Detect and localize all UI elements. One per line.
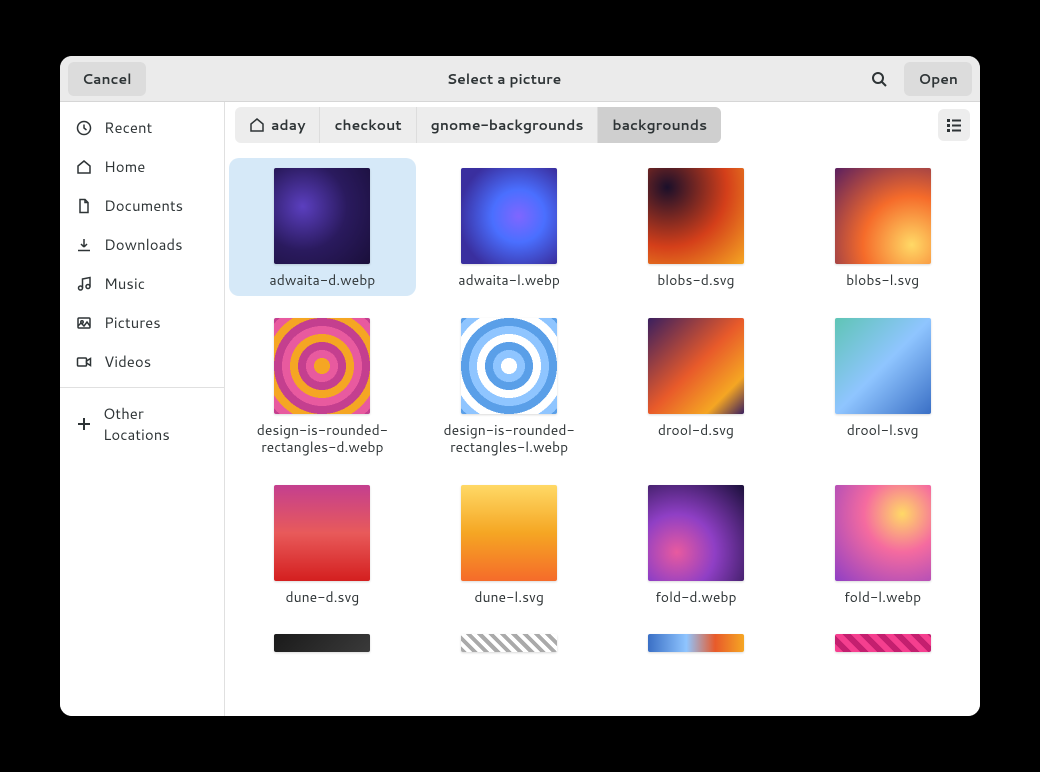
cancel-button[interactable]: Cancel	[68, 62, 146, 96]
sidebar-item-documents[interactable]: Documents	[60, 186, 224, 225]
file-label: adwaita-d.webp	[269, 272, 375, 290]
sidebar-item-label: Downloads	[104, 234, 183, 255]
sidebar-item-home[interactable]: Home	[60, 147, 224, 186]
file-label: blobs-l.svg	[846, 272, 919, 290]
file-label: adwaita-l.webp	[458, 272, 560, 290]
file-item[interactable]	[789, 624, 976, 658]
view-toggle-button[interactable]	[938, 109, 970, 141]
file-item[interactable]: fold-d.webp	[603, 475, 790, 613]
sidebar-item-label: Home	[104, 156, 145, 177]
breadcrumb: aday checkout gnome-backgrounds backgrounds	[235, 107, 721, 143]
file-label: drool-d.svg	[658, 422, 734, 440]
places-sidebar: Recent Home Documents Downloads Music Picture…	[60, 102, 225, 716]
sidebar-item-label: Pictures	[104, 312, 161, 333]
document-icon	[76, 198, 92, 214]
breadcrumb-item[interactable]: aday	[235, 107, 320, 143]
titlebar: Cancel Select a picture Open	[60, 56, 980, 102]
file-grid: adwaita-d.webp adwaita-l.webp blobs-d.svg b…	[229, 158, 976, 658]
main-panel: aday checkout gnome-backgrounds backgrounds…	[225, 102, 980, 716]
search-button[interactable]	[862, 62, 896, 96]
sidebar-item-downloads[interactable]: Downloads	[60, 225, 224, 264]
picture-icon	[76, 315, 92, 331]
home-icon	[249, 117, 265, 133]
file-item[interactable]	[229, 624, 416, 658]
breadcrumb-item[interactable]: checkout	[320, 107, 416, 143]
file-thumbnail	[648, 634, 744, 652]
file-thumbnail	[648, 485, 744, 581]
sidebar-item-label: Recent	[104, 117, 152, 138]
file-label: dune-l.svg	[474, 589, 544, 607]
open-button[interactable]: Open	[904, 62, 972, 96]
file-thumbnail	[835, 634, 931, 652]
file-thumbnail	[835, 318, 931, 414]
sidebar-item-label: Videos	[104, 351, 151, 372]
file-item[interactable]: fold-l.webp	[789, 475, 976, 613]
sidebar-separator	[60, 387, 224, 388]
sidebar-item-label: Other Locations	[103, 403, 208, 445]
file-label: blobs-d.svg	[657, 272, 734, 290]
sidebar-item-other-locations[interactable]: Other Locations	[60, 394, 224, 454]
file-label: fold-l.webp	[844, 589, 921, 607]
file-item[interactable]	[603, 624, 790, 658]
file-thumbnail	[461, 318, 557, 414]
dialog-body: Recent Home Documents Downloads Music Picture…	[60, 102, 980, 716]
file-item[interactable]: blobs-d.svg	[603, 158, 790, 296]
file-item[interactable]: adwaita-l.webp	[416, 158, 603, 296]
file-item[interactable]: drool-l.svg	[789, 308, 976, 463]
file-chooser-window: Cancel Select a picture Open Recent Home D…	[60, 56, 980, 716]
breadcrumb-item[interactable]: gnome-backgrounds	[417, 107, 599, 143]
window-title: Select a picture	[154, 69, 855, 89]
file-item[interactable]: blobs-l.svg	[789, 158, 976, 296]
file-thumbnail	[461, 634, 557, 652]
file-label: dune-d.svg	[285, 589, 359, 607]
clock-icon	[76, 120, 92, 136]
list-view-icon	[946, 117, 962, 133]
file-item[interactable]: drool-d.svg	[603, 308, 790, 463]
breadcrumb-label: aday	[271, 115, 305, 135]
path-toolbar: aday checkout gnome-backgrounds backgrounds	[225, 102, 980, 148]
file-thumbnail	[835, 168, 931, 264]
plus-icon	[76, 416, 91, 432]
file-label: design-is-rounded-rectangles-d.webp	[252, 422, 392, 457]
file-item[interactable]: design-is-rounded-rectangles-d.webp	[229, 308, 416, 463]
sidebar-item-recent[interactable]: Recent	[60, 108, 224, 147]
file-thumbnail	[274, 634, 370, 652]
file-thumbnail	[461, 485, 557, 581]
sidebar-item-music[interactable]: Music	[60, 264, 224, 303]
file-thumbnail	[461, 168, 557, 264]
file-thumbnail	[835, 485, 931, 581]
file-label: fold-d.webp	[655, 589, 736, 607]
sidebar-item-videos[interactable]: Videos	[60, 342, 224, 381]
file-item[interactable]: dune-l.svg	[416, 475, 603, 613]
file-label: design-is-rounded-rectangles-l.webp	[439, 422, 579, 457]
breadcrumb-label: gnome-backgrounds	[431, 115, 584, 135]
breadcrumb-label: checkout	[334, 115, 401, 135]
file-item[interactable]: dune-d.svg	[229, 475, 416, 613]
music-icon	[76, 276, 92, 292]
file-item[interactable]: adwaita-d.webp	[229, 158, 416, 296]
sidebar-item-pictures[interactable]: Pictures	[60, 303, 224, 342]
breadcrumb-label: backgrounds	[612, 115, 707, 135]
file-thumbnail	[648, 168, 744, 264]
file-label: drool-l.svg	[847, 422, 919, 440]
search-icon	[871, 71, 887, 87]
sidebar-item-label: Music	[104, 273, 145, 294]
file-thumbnail	[274, 485, 370, 581]
file-thumbnail	[274, 318, 370, 414]
home-icon	[76, 159, 92, 175]
sidebar-item-label: Documents	[104, 195, 183, 216]
file-item[interactable]: design-is-rounded-rectangles-l.webp	[416, 308, 603, 463]
file-thumbnail	[648, 318, 744, 414]
download-icon	[76, 237, 92, 253]
file-thumbnail	[274, 168, 370, 264]
breadcrumb-item[interactable]: backgrounds	[598, 107, 721, 143]
video-icon	[76, 354, 92, 370]
file-item[interactable]	[416, 624, 603, 658]
file-grid-scroll[interactable]: adwaita-d.webp adwaita-l.webp blobs-d.svg b…	[225, 148, 980, 716]
